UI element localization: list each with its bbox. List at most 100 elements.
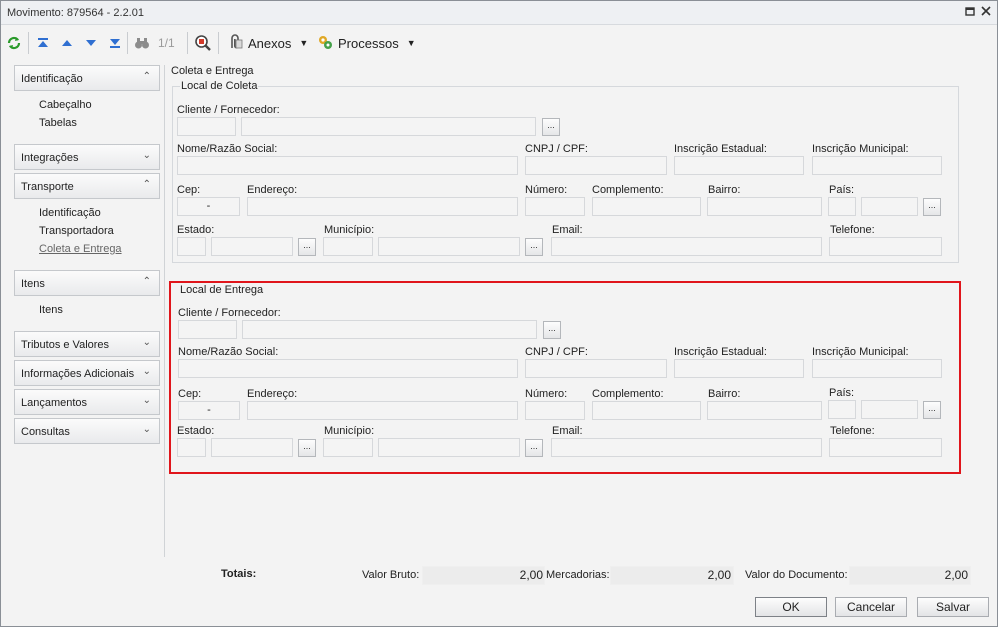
coleta-complemento-input[interactable] xyxy=(592,197,701,216)
coleta-bairro-label: Bairro: xyxy=(708,184,741,196)
refresh-icon[interactable] xyxy=(6,33,22,53)
entrega-cep-input[interactable]: - xyxy=(178,401,240,420)
coleta-pais-code-input[interactable] xyxy=(828,197,856,216)
sidebar-group-consultas[interactable]: Consultas ⌄ xyxy=(14,418,160,444)
coleta-cliente-lookup-button[interactable]: ... xyxy=(542,118,560,136)
coleta-estado-name-input[interactable] xyxy=(211,237,293,256)
entrega-cliente-name-input[interactable] xyxy=(242,320,537,339)
dialog-footer: OK Cancelar Salvar xyxy=(1,591,997,627)
coleta-bairro-input[interactable] xyxy=(707,197,822,216)
sidebar-group-label: Integrações xyxy=(21,152,79,164)
chevron-up-icon: ⌃ xyxy=(142,276,151,287)
restore-icon[interactable] xyxy=(963,6,977,20)
sidebar-item-coleta-entrega[interactable]: Coleta e Entrega xyxy=(39,243,122,255)
coleta-pais-name-input[interactable] xyxy=(861,197,918,216)
anexos-button[interactable]: Anexos ▼ xyxy=(227,33,308,53)
entrega-telefone-label: Telefone: xyxy=(830,425,875,437)
entrega-email-input[interactable] xyxy=(551,438,822,457)
sidebar-group-label: Lançamentos xyxy=(21,397,88,409)
coleta-cliente-code-input[interactable] xyxy=(177,117,236,136)
entrega-cliente-label: Cliente / Fornecedor: xyxy=(178,307,281,319)
movimento-window: Movimento: 879564 - 2.2.01 1/1 Anexos ▼ … xyxy=(0,0,998,627)
entrega-pais-lookup-button[interactable]: ... xyxy=(923,401,941,419)
entrega-complemento-input[interactable] xyxy=(592,401,701,420)
coleta-nome-input[interactable] xyxy=(177,156,518,175)
title-bar: Movimento: 879564 - 2.2.01 xyxy=(1,1,997,25)
entrega-nome-label: Nome/Razão Social: xyxy=(178,346,279,358)
coleta-email-input[interactable] xyxy=(551,237,822,256)
coleta-municipio-name-input[interactable] xyxy=(378,237,520,256)
entrega-municipio-name-input[interactable] xyxy=(378,438,520,457)
cancel-button[interactable]: Cancelar xyxy=(835,597,907,617)
coleta-endereco-input[interactable] xyxy=(247,197,518,216)
coleta-email-label: Email: xyxy=(552,224,583,236)
entrega-estado-lookup-button[interactable]: ... xyxy=(298,439,316,457)
entrega-estado-name-input[interactable] xyxy=(211,438,293,457)
entrega-municipio-code-input[interactable] xyxy=(323,438,373,457)
sidebar-item-itens[interactable]: Itens xyxy=(39,304,63,316)
close-icon[interactable] xyxy=(979,6,993,20)
entrega-municipio-lookup-button[interactable]: ... xyxy=(525,439,543,457)
coleta-telefone-input[interactable] xyxy=(829,237,942,256)
toolbar: 1/1 Anexos ▼ Processos ▼ xyxy=(1,26,997,59)
coleta-numero-input[interactable] xyxy=(525,197,585,216)
sidebar-item-cabecalho[interactable]: Cabeçalho xyxy=(39,99,92,111)
entrega-pais-name-input[interactable] xyxy=(861,400,918,419)
first-record-icon[interactable] xyxy=(36,33,50,53)
last-record-icon[interactable] xyxy=(108,33,122,53)
next-record-icon[interactable] xyxy=(84,33,98,53)
sidebar-group-lancamentos[interactable]: Lançamentos ⌄ xyxy=(14,389,160,415)
coleta-im-input[interactable] xyxy=(812,156,942,175)
coleta-municipio-code-input[interactable] xyxy=(323,237,373,256)
entrega-endereco-label: Endereço: xyxy=(247,388,298,400)
coleta-municipio-lookup-button[interactable]: ... xyxy=(525,238,543,256)
coleta-ie-input[interactable] xyxy=(674,156,804,175)
chevron-down-icon: ⌄ xyxy=(142,395,151,406)
entrega-cliente-lookup-button[interactable]: ... xyxy=(543,321,561,339)
sidebar-group-tributos[interactable]: Tributos e Valores ⌄ xyxy=(14,331,160,357)
previous-record-icon[interactable] xyxy=(60,33,74,53)
anexos-dropdown-icon[interactable]: ▼ xyxy=(299,38,308,48)
entrega-cliente-code-input[interactable] xyxy=(178,320,237,339)
zoom-search-icon[interactable] xyxy=(194,33,212,53)
entrega-ie-label: Inscrição Estadual: xyxy=(674,346,767,358)
sidebar-item-identificacao[interactable]: Identificação xyxy=(39,207,101,219)
sidebar-group-label: Consultas xyxy=(21,426,70,438)
coleta-ie-label: Inscrição Estadual: xyxy=(674,143,767,155)
processos-button[interactable]: Processos ▼ xyxy=(317,33,416,53)
coleta-municipio-label: Município: xyxy=(324,224,375,236)
sidebar-item-transportadora[interactable]: Transportadora xyxy=(39,225,114,237)
coleta-pais-lookup-button[interactable]: ... xyxy=(923,198,941,216)
coleta-cnpj-input[interactable] xyxy=(525,156,667,175)
entrega-ie-input[interactable] xyxy=(674,359,804,378)
processos-dropdown-icon[interactable]: ▼ xyxy=(407,38,416,48)
coleta-title: Local de Coleta xyxy=(180,80,259,92)
entrega-bairro-input[interactable] xyxy=(707,401,822,420)
entrega-endereco-input[interactable] xyxy=(247,401,518,420)
binoculars-icon[interactable] xyxy=(134,33,150,53)
processos-label: Processos xyxy=(338,35,399,51)
sidebar-group-transporte[interactable]: Transporte ⌃ xyxy=(14,173,160,199)
chevron-down-icon: ⌄ xyxy=(142,424,151,435)
sidebar-group-identificacao[interactable]: Identificação ⌃ xyxy=(14,65,160,91)
coleta-cliente-label: Cliente / Fornecedor: xyxy=(177,104,280,116)
entrega-cnpj-input[interactable] xyxy=(525,359,667,378)
entrega-pais-code-input[interactable] xyxy=(828,400,856,419)
page-title: Coleta e Entrega xyxy=(171,65,254,77)
entrega-numero-input[interactable] xyxy=(525,401,585,420)
entrega-telefone-input[interactable] xyxy=(829,438,942,457)
entrega-nome-input[interactable] xyxy=(178,359,518,378)
ok-button[interactable]: OK xyxy=(755,597,827,617)
sidebar-group-itens[interactable]: Itens ⌃ xyxy=(14,270,160,296)
coleta-estado-code-input[interactable] xyxy=(177,237,206,256)
entrega-estado-code-input[interactable] xyxy=(177,438,206,457)
entrega-cnpj-label: CNPJ / CPF: xyxy=(525,346,588,358)
coleta-estado-lookup-button[interactable]: ... xyxy=(298,238,316,256)
save-button[interactable]: Salvar xyxy=(917,597,989,617)
coleta-cliente-name-input[interactable] xyxy=(241,117,536,136)
sidebar-group-integracoes[interactable]: Integrações ⌄ xyxy=(14,144,160,170)
coleta-cep-input[interactable]: - xyxy=(177,197,240,216)
sidebar-item-tabelas[interactable]: Tabelas xyxy=(39,117,77,129)
entrega-im-input[interactable] xyxy=(812,359,942,378)
sidebar-group-informacoes[interactable]: Informações Adicionais ⌄ xyxy=(14,360,160,386)
